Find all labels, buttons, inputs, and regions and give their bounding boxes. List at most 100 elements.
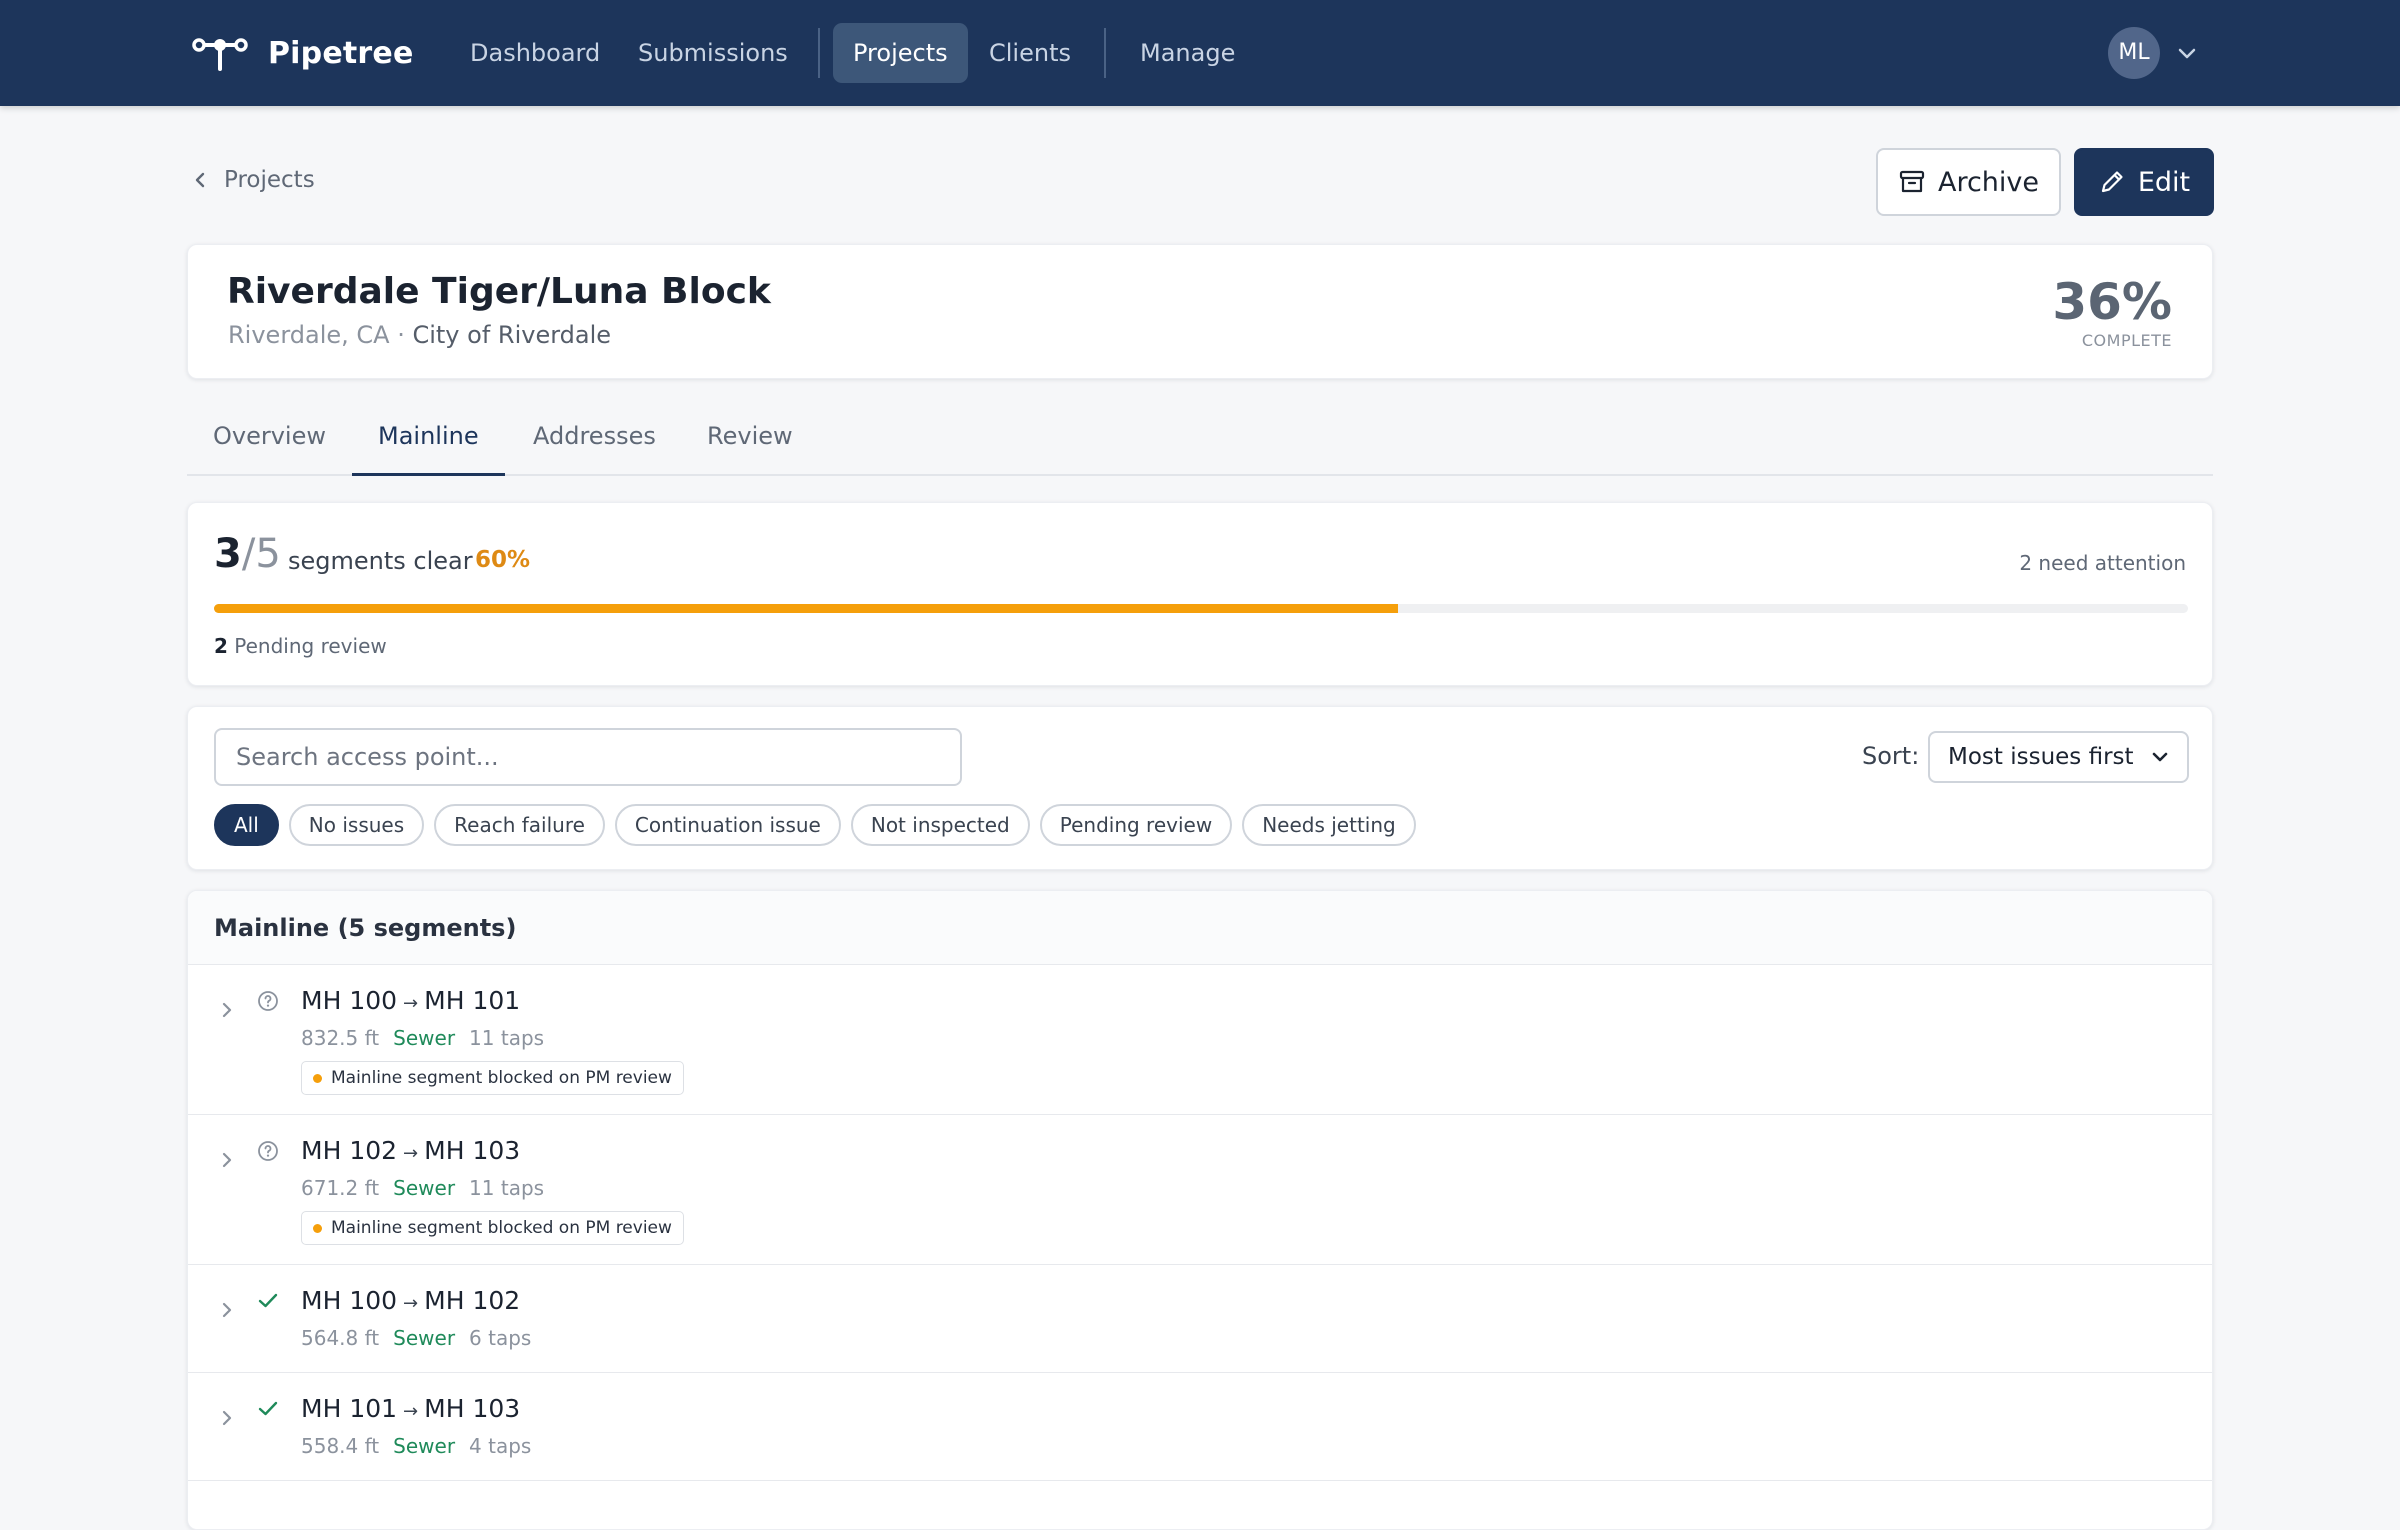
segment-length: 564.8 ft [301, 1326, 380, 1350]
pending-review-summary: 2 Pending review [214, 634, 387, 658]
arrow-right-icon: → [403, 1293, 419, 1314]
segment-title: MH 101 → MH 103 [301, 1394, 520, 1423]
subtitle-separator: · [389, 321, 413, 349]
segment-to: MH 103 [424, 1136, 521, 1165]
archive-button[interactable]: Archive [1876, 148, 2061, 216]
segment-meta: 564.8 ft Sewer 6 taps [301, 1326, 531, 1350]
segment-from: MH 100 [301, 1286, 398, 1315]
sort-label: Sort: [1862, 742, 1920, 770]
question-circle-icon [258, 991, 278, 1011]
nav-divider [818, 28, 820, 78]
chevron-right-icon[interactable] [218, 1001, 236, 1019]
filter-chip-pending-review[interactable]: Pending review [1039, 804, 1233, 846]
segment-taps: 4 taps [469, 1434, 532, 1458]
nav-item-submissions[interactable]: Submissions [618, 23, 808, 83]
segment-type: Sewer [393, 1026, 456, 1050]
archive-icon [1899, 170, 1925, 193]
top-navbar: Pipetree Dashboard Submissions Projects … [0, 0, 2400, 106]
check-icon [258, 1401, 278, 1416]
segment-row[interactable]: MH 100 → MH 102 564.8 ft Sewer 6 taps [188, 1265, 2212, 1373]
filter-chip-not-inspected[interactable]: Not inspected [850, 804, 1030, 846]
user-avatar[interactable]: ML [2108, 27, 2160, 79]
filter-chip-needs-jetting[interactable]: Needs jetting [1242, 804, 1416, 846]
segments-clear-percent: 60% [475, 547, 531, 573]
segment-title: MH 100 → MH 102 [301, 1286, 520, 1315]
project-subtitle: Riverdale, CA · City of Riverdale [228, 321, 611, 349]
cleared-count: 3 [214, 531, 242, 577]
segment-meta: 832.5 ft Sewer 11 taps [301, 1026, 544, 1050]
tab-review[interactable]: Review [681, 422, 819, 476]
segment-flag-text: Mainline segment blocked on PM review [331, 1068, 672, 1088]
segment-flag-badge: Mainline segment blocked on PM review [301, 1211, 684, 1245]
segment-length: 832.5 ft [301, 1026, 380, 1050]
back-to-projects-link[interactable]: Projects [190, 160, 315, 200]
project-completion-percent: 36% [2052, 273, 2172, 331]
segment-from: MH 101 [301, 1394, 398, 1423]
warning-dot-icon [313, 1073, 322, 1083]
project-client: City of Riverdale [412, 321, 612, 349]
segment-taps: 11 taps [469, 1176, 545, 1200]
segments-clear-label: segments clear [288, 547, 473, 575]
filter-chip-continuation-issue[interactable]: Continuation issue [614, 804, 841, 846]
mainline-list-header: Mainline (5 segments) [188, 891, 2212, 965]
segment-taps: 6 taps [469, 1326, 532, 1350]
edit-button-label: Edit [2137, 166, 2191, 198]
nav-item-clients[interactable]: Clients [969, 23, 1091, 83]
check-icon [258, 1293, 278, 1308]
segment-type: Sewer [393, 1434, 456, 1458]
segment-row[interactable]: MH 100 → MH 101 832.5 ft Sewer 11 taps Mai… [188, 965, 2212, 1115]
segment-row[interactable]: MH 101 → MH 103 558.4 ft Sewer 4 taps [188, 1373, 2212, 1481]
project-summary-card: Riverdale Tiger/Luna Block Riverdale, CA… [187, 244, 2213, 379]
project-completion-caption: COMPLETE [2081, 331, 2172, 350]
tab-addresses[interactable]: Addresses [507, 422, 682, 476]
sort-selected-value: Most issues first [1948, 744, 2134, 770]
segment-length: 558.4 ft [301, 1434, 380, 1458]
segment-meta: 671.2 ft Sewer 11 taps [301, 1176, 544, 1200]
segment-length: 671.2 ft [301, 1176, 380, 1200]
search-access-point-input[interactable] [214, 728, 962, 786]
pending-review-count: 2 [214, 634, 228, 658]
nav-item-dashboard[interactable]: Dashboard [450, 23, 620, 83]
arrow-right-icon: → [403, 1401, 419, 1422]
chevron-right-icon[interactable] [218, 1301, 236, 1319]
segment-to: MH 102 [424, 1286, 521, 1315]
pencil-icon [2101, 171, 2123, 193]
tab-mainline[interactable]: Mainline [352, 422, 505, 476]
segment-title: MH 100 → MH 101 [301, 986, 520, 1015]
segment-to: MH 103 [424, 1394, 521, 1423]
need-attention-text: 2 need attention [2019, 551, 2186, 575]
chevron-down-icon[interactable] [2176, 42, 2198, 64]
chevron-right-icon[interactable] [218, 1409, 236, 1427]
chevron-right-icon[interactable] [218, 1151, 236, 1169]
segment-taps: 11 taps [469, 1026, 545, 1050]
total-count: /5 [241, 531, 281, 577]
arrow-right-icon: → [403, 993, 419, 1014]
sort-select[interactable]: Most issues first [1928, 731, 2189, 783]
nav-item-projects[interactable]: Projects [833, 23, 968, 83]
segment-row[interactable]: MH 102 → MH 103 671.2 ft Sewer 11 taps Mai… [188, 1115, 2212, 1265]
segment-row[interactable] [188, 1481, 2212, 1529]
nav-item-manage[interactable]: Manage [1120, 23, 1255, 83]
segment-to: MH 101 [424, 986, 521, 1015]
tab-overview[interactable]: Overview [187, 422, 352, 476]
segment-from: MH 100 [301, 986, 398, 1015]
project-title: Riverdale Tiger/Luna Block [227, 271, 771, 312]
segments-progress-bar [214, 604, 2188, 613]
chevron-down-icon [2152, 752, 2168, 762]
segments-progress-fill [214, 604, 1399, 613]
project-tabs: Overview Mainline Addresses Review [187, 410, 2213, 476]
segment-type: Sewer [393, 1326, 456, 1350]
question-circle-icon [258, 1141, 278, 1161]
filter-chip-no-issues[interactable]: No issues [288, 804, 425, 846]
filter-chip-all[interactable]: All [214, 804, 279, 846]
edit-button[interactable]: Edit [2074, 148, 2214, 216]
archive-button-label: Archive [1937, 166, 2040, 198]
brand[interactable]: Pipetree [192, 26, 414, 80]
chevron-left-icon [195, 172, 205, 188]
brand-name: Pipetree [268, 35, 414, 71]
segment-type: Sewer [393, 1176, 456, 1200]
pending-review-label: Pending review [234, 634, 387, 658]
segment-progress-card: 3/5 segments clear 60% 2 need attention … [187, 502, 2213, 686]
filter-chip-reach-failure[interactable]: Reach failure [434, 804, 605, 846]
filter-chips: All No issues Reach failure Continuation… [214, 804, 1416, 846]
